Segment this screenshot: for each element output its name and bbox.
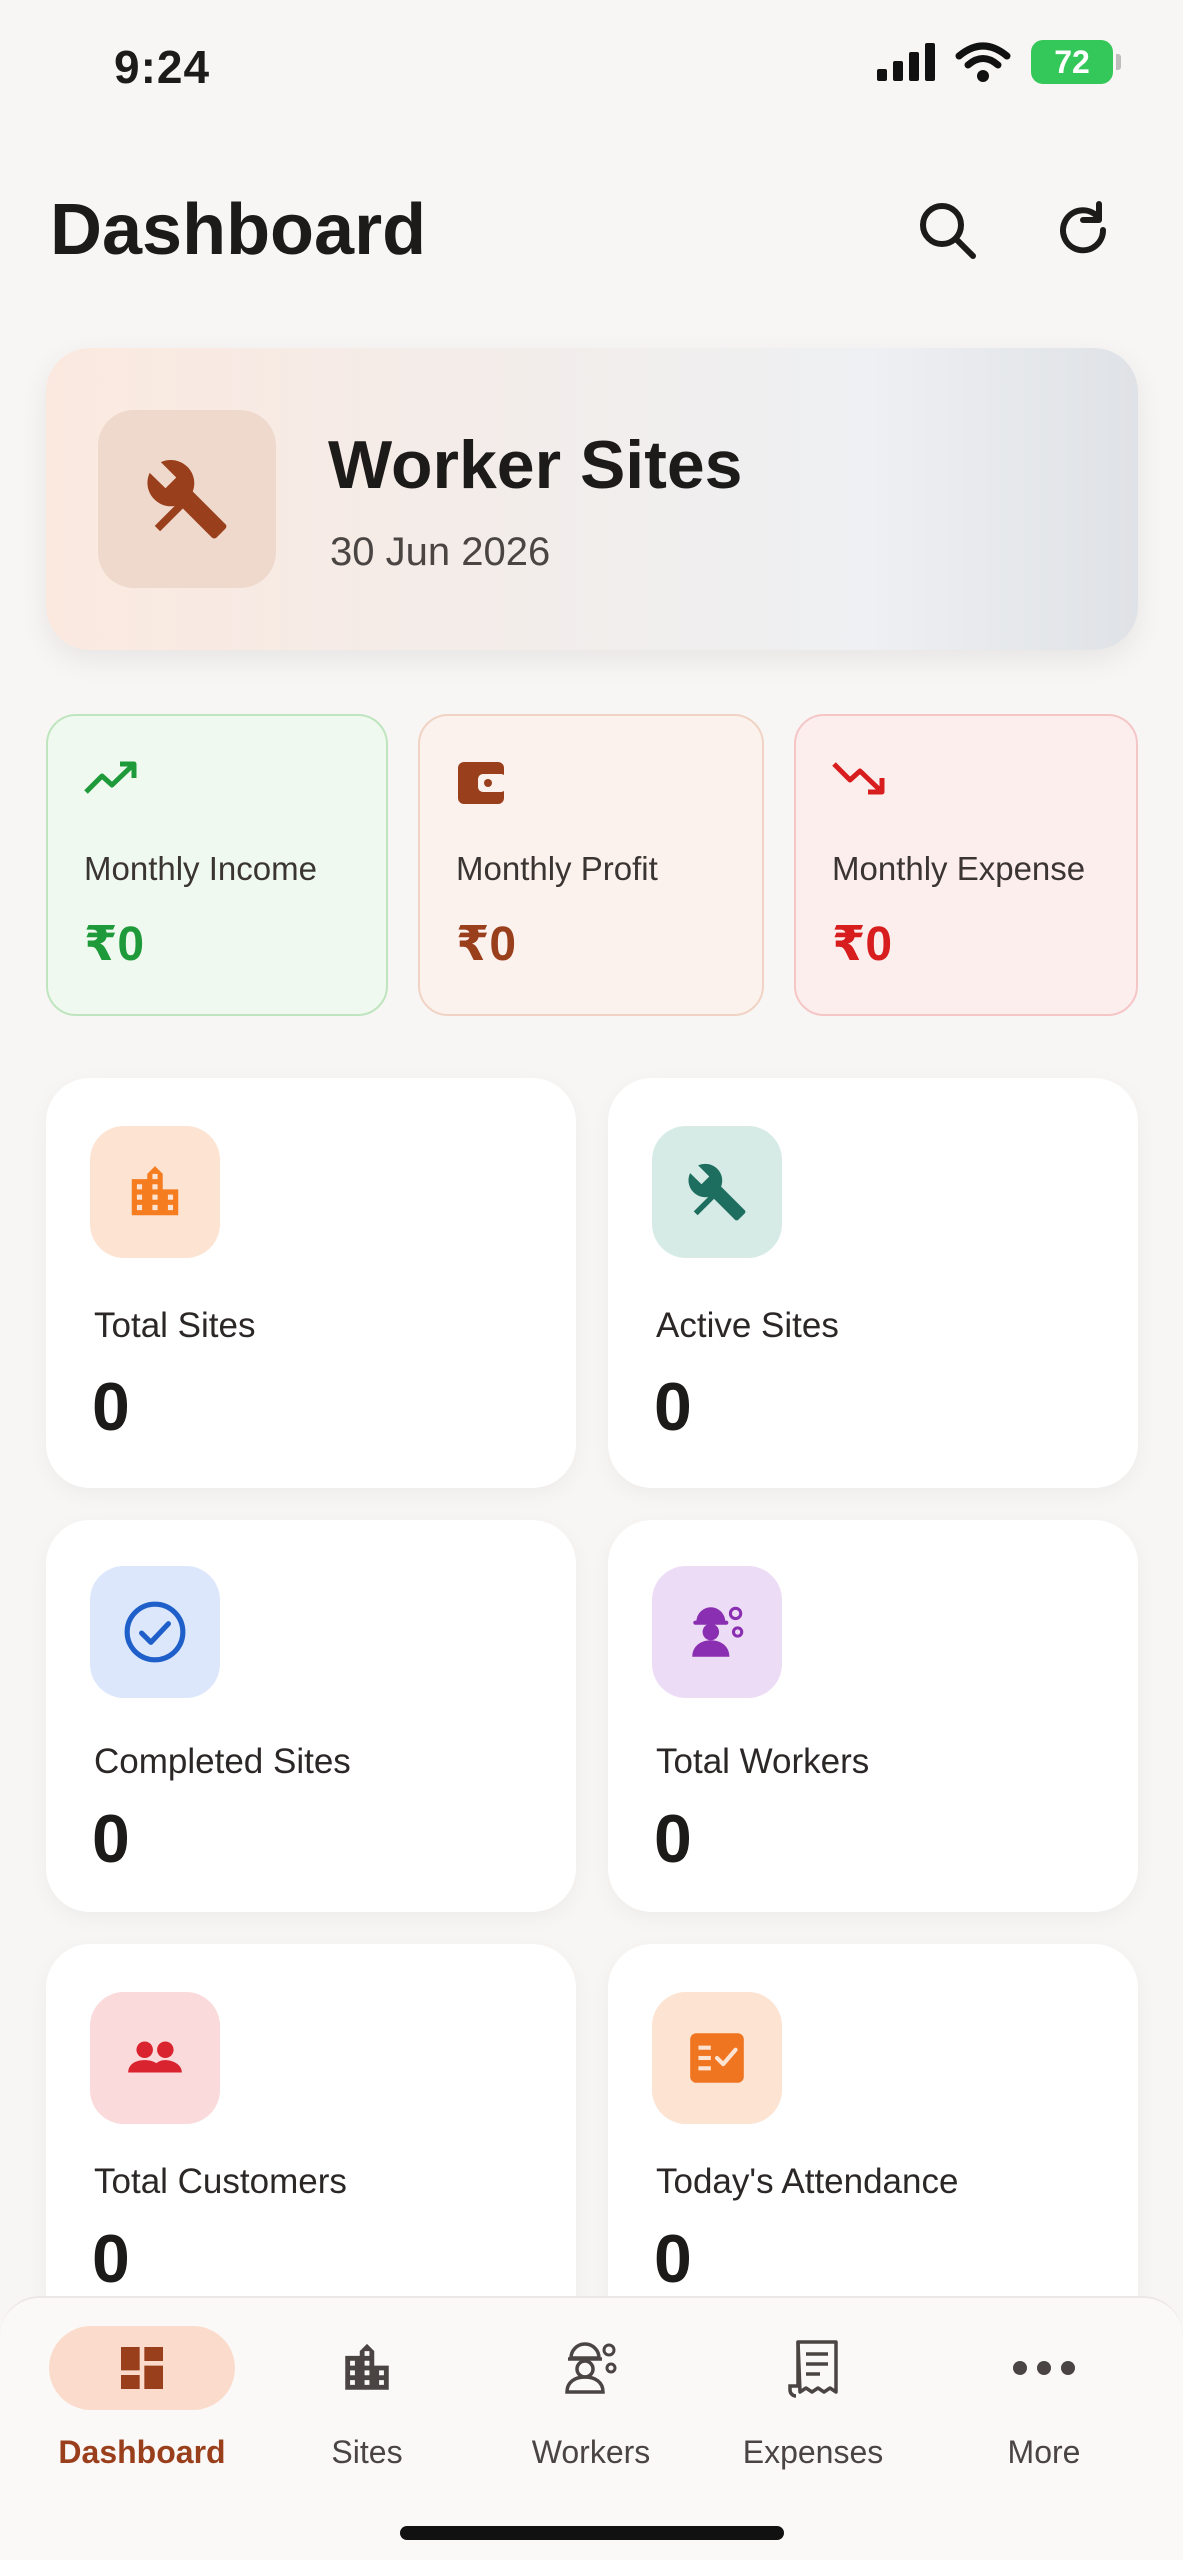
- worker-sites-card[interactable]: Worker Sites 30 Jun 2026: [46, 348, 1138, 650]
- todays-attendance-icon-box: [652, 1992, 782, 2124]
- nav-sites-label: Sites: [331, 2434, 403, 2470]
- completed-sites-card[interactable]: Completed Sites 0: [46, 1520, 576, 1912]
- monthly-profit-value: ₹0: [456, 918, 517, 971]
- nav-workers-label: Workers: [531, 2434, 651, 2470]
- signal-icon: [877, 43, 935, 81]
- refresh-button[interactable]: [1033, 180, 1133, 280]
- hero-icon-box: [98, 410, 276, 588]
- trending-up-icon: [84, 761, 137, 794]
- total-sites-icon-box: [90, 1126, 220, 1258]
- monthly-expense-label: Monthly Expense: [832, 850, 1086, 887]
- active-sites-icon-box: [652, 1126, 782, 1258]
- page-title: Dashboard: [50, 190, 427, 270]
- nav-dashboard-label: Dashboard: [58, 2434, 226, 2470]
- monthly-expense-value: ₹0: [832, 918, 893, 971]
- total-workers-label: Total Workers: [656, 1742, 870, 1781]
- battery-level: 72: [1054, 43, 1090, 80]
- total-workers-card[interactable]: Total Workers 0: [608, 1520, 1138, 1912]
- nav-sites-icon-wrap: [274, 2326, 460, 2410]
- todays-attendance-card[interactable]: Today's Attendance 0: [608, 1944, 1138, 2344]
- total-customers-icon-box: [90, 1992, 220, 2124]
- nav-more[interactable]: More: [934, 2326, 1154, 2496]
- status-time: 9:24: [114, 41, 211, 93]
- receipt-icon: [788, 2340, 838, 2398]
- buildings-icon: [345, 2343, 389, 2390]
- monthly-income-card[interactable]: Monthly Income ₹0: [46, 714, 388, 1016]
- home-indicator[interactable]: [400, 2526, 784, 2540]
- nav-expenses[interactable]: Expenses: [703, 2326, 923, 2496]
- monthly-profit-card[interactable]: Monthly Profit ₹0: [418, 714, 764, 1016]
- total-workers-value: 0: [654, 1801, 692, 1877]
- bottom-navigation: Dashboard Sites Workers Expenses More: [0, 2296, 1183, 2560]
- trending-down-icon: [832, 762, 885, 795]
- total-sites-label: Total Sites: [94, 1306, 256, 1345]
- monthly-income-label: Monthly Income: [84, 850, 317, 887]
- more-icon: [1013, 2361, 1075, 2375]
- nav-dashboard[interactable]: Dashboard: [32, 2326, 252, 2496]
- wifi-icon: [955, 42, 1011, 82]
- active-sites-label: Active Sites: [656, 1306, 839, 1345]
- completed-sites-value: 0: [92, 1801, 130, 1877]
- total-customers-value: 0: [92, 2221, 130, 2297]
- nav-workers[interactable]: Workers: [481, 2326, 701, 2496]
- total-sites-value: 0: [92, 1369, 130, 1445]
- nav-more-icon-wrap: [951, 2326, 1137, 2410]
- nav-expenses-icon-wrap: [720, 2326, 906, 2410]
- todays-attendance-label: Today's Attendance: [656, 2162, 959, 2201]
- tools-icon: [147, 459, 227, 539]
- todays-attendance-value: 0: [654, 2221, 692, 2297]
- monthly-income-value: ₹0: [84, 918, 145, 971]
- monthly-expense-card[interactable]: Monthly Expense ₹0: [794, 714, 1138, 1016]
- completed-sites-icon-box: [90, 1566, 220, 1698]
- app-header: Dashboard: [50, 180, 1133, 280]
- tools-icon: [688, 1163, 746, 1221]
- completed-sites-label: Completed Sites: [94, 1742, 351, 1781]
- checklist-icon: [690, 2033, 744, 2083]
- total-customers-card[interactable]: Total Customers 0: [46, 1944, 576, 2344]
- nav-expenses-label: Expenses: [742, 2434, 884, 2470]
- nav-sites[interactable]: Sites: [257, 2326, 477, 2496]
- refresh-icon: [1060, 201, 1107, 254]
- search-button[interactable]: [897, 180, 997, 280]
- worker-icon: [565, 2342, 617, 2394]
- search-icon: [920, 203, 976, 259]
- nav-dashboard-icon-wrap: [49, 2326, 235, 2410]
- hero-date: 30 Jun 2026: [330, 530, 551, 574]
- wallet-icon: [458, 762, 506, 804]
- dashboard-icon: [121, 2347, 163, 2389]
- worker-icon: [692, 1606, 744, 1657]
- nav-workers-icon-wrap: [498, 2326, 684, 2410]
- total-sites-card[interactable]: Total Sites 0: [46, 1078, 576, 1488]
- buildings-icon: [131, 1166, 179, 1216]
- active-sites-card[interactable]: Active Sites 0: [608, 1078, 1138, 1488]
- nav-more-label: More: [1007, 2434, 1081, 2470]
- monthly-profit-label: Monthly Profit: [456, 850, 658, 887]
- hero-title: Worker Sites: [328, 427, 743, 503]
- total-customers-label: Total Customers: [94, 2162, 347, 2201]
- status-icons: 72: [877, 40, 1121, 84]
- status-bar: 9:24 72: [0, 0, 1183, 140]
- check-circle-icon: [124, 1601, 186, 1663]
- people-icon: [128, 2041, 182, 2073]
- total-workers-icon-box: [652, 1566, 782, 1698]
- active-sites-value: 0: [654, 1369, 692, 1445]
- battery-indicator: 72: [1031, 40, 1121, 84]
